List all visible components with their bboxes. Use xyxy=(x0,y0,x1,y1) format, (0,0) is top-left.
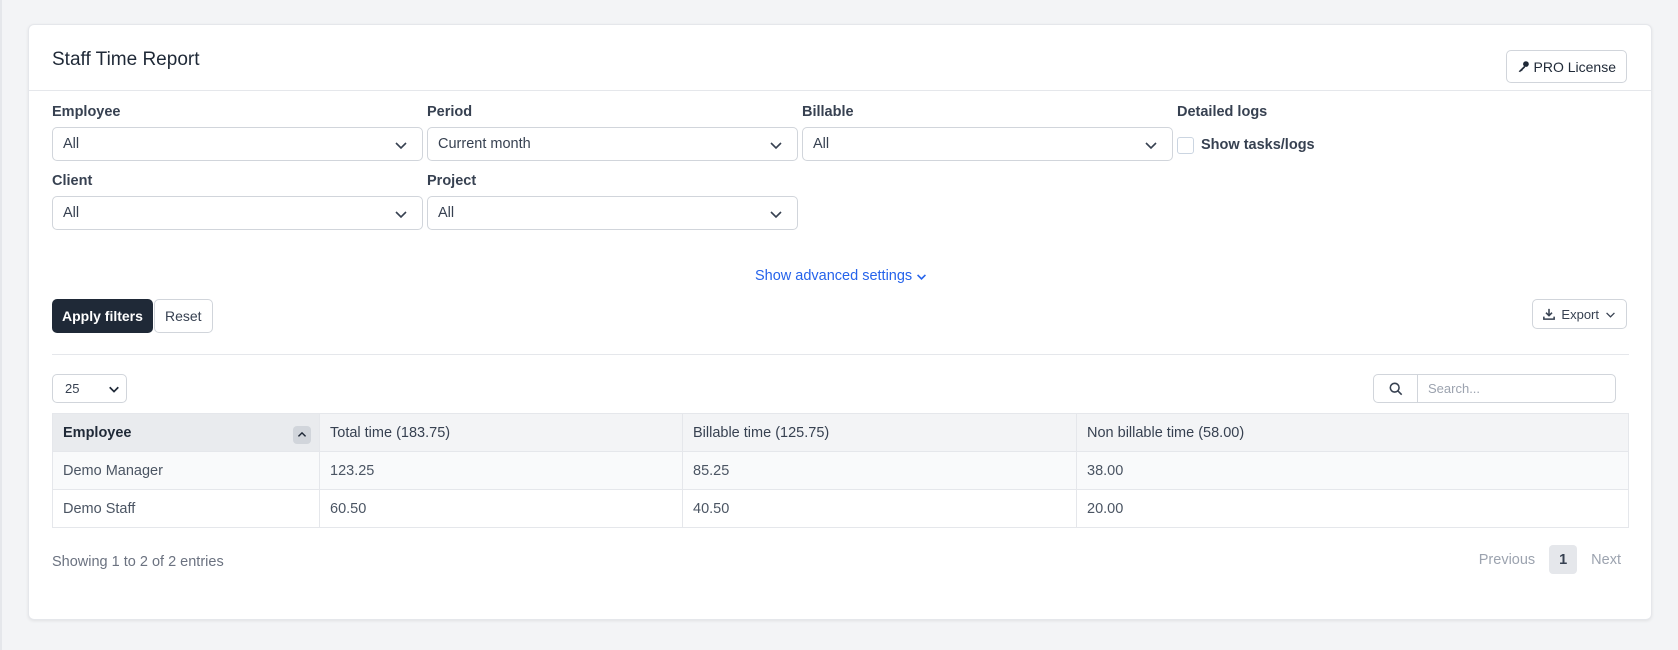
billable-label: Billable xyxy=(802,104,854,120)
pro-license-label: PRO License xyxy=(1533,58,1616,75)
show-tasks-label[interactable]: Show tasks/logs xyxy=(1201,137,1315,153)
chevron-down-icon xyxy=(770,211,782,219)
chevron-down-icon xyxy=(109,386,119,393)
search-button[interactable] xyxy=(1374,375,1418,402)
client-select-value: All xyxy=(63,205,80,221)
card-header: Staff Time Report PRO License xyxy=(29,25,1651,91)
chevron-down-icon xyxy=(395,211,407,219)
cell-employee: Demo Staff xyxy=(52,489,320,528)
client-select[interactable]: All xyxy=(52,196,423,230)
advanced-link-label: Show advanced settings xyxy=(755,268,913,284)
billable-select[interactable]: All xyxy=(802,127,1173,161)
cell-total-time: 123.25 xyxy=(319,451,683,490)
cell-billable-time: 40.50 xyxy=(682,489,1077,528)
table-row: Demo Staff 60.50 40.50 20.00 xyxy=(52,489,1629,528)
page-title: Staff Time Report xyxy=(52,49,200,70)
chevron-down-icon xyxy=(770,142,782,150)
page-length-value: 25 xyxy=(65,381,80,396)
column-header-label: Employee xyxy=(63,424,132,441)
export-label: Export xyxy=(1561,306,1599,322)
column-header-total-time[interactable]: Total time (183.75) xyxy=(319,413,683,452)
key-icon xyxy=(1518,61,1529,73)
download-icon xyxy=(1543,308,1556,320)
export-button[interactable]: Export xyxy=(1532,299,1627,329)
cell-billable-time: 85.25 xyxy=(682,451,1077,490)
pagination: Previous 1 Next xyxy=(1479,545,1621,574)
employee-select[interactable]: All xyxy=(52,127,423,161)
staff-time-table: Employee Total time (183.75) Billable ti… xyxy=(52,413,1629,528)
project-select[interactable]: All xyxy=(427,196,798,230)
employee-select-value: All xyxy=(63,136,80,152)
detailed-logs-label: Detailed logs xyxy=(1177,104,1268,120)
page-edge xyxy=(0,0,2,650)
show-tasks-checkbox[interactable] xyxy=(1177,137,1194,154)
chevron-down-icon xyxy=(1606,311,1615,318)
show-advanced-settings-link[interactable]: Show advanced settings xyxy=(755,268,927,284)
page-length-select[interactable]: 25 xyxy=(52,374,127,403)
period-select-value: Current month xyxy=(438,136,531,152)
divider xyxy=(52,354,1629,355)
table-info: Showing 1 to 2 of 2 entries xyxy=(52,554,224,570)
next-button[interactable]: Next xyxy=(1591,552,1621,568)
chevron-down-icon xyxy=(917,273,927,280)
pro-license-button[interactable]: PRO License xyxy=(1505,50,1627,83)
table-header-row: Employee Total time (183.75) Billable ti… xyxy=(52,413,1629,452)
search-icon xyxy=(1389,382,1402,395)
previous-button[interactable]: Previous xyxy=(1479,552,1535,568)
page-1-button[interactable]: 1 xyxy=(1549,545,1578,574)
apply-filters-button[interactable]: Apply filters xyxy=(52,299,153,333)
reset-button[interactable]: Reset xyxy=(154,299,213,333)
period-select[interactable]: Current month xyxy=(427,127,798,161)
chevron-down-icon xyxy=(395,142,407,150)
sort-asc-icon xyxy=(293,426,311,444)
project-label: Project xyxy=(427,173,477,189)
chevron-down-icon xyxy=(1145,142,1157,150)
cell-employee: Demo Manager xyxy=(52,451,320,490)
billable-select-value: All xyxy=(813,136,830,152)
column-header-non-billable-time[interactable]: Non billable time (58.00) xyxy=(1076,413,1629,452)
column-header-billable-time[interactable]: Billable time (125.75) xyxy=(682,413,1077,452)
column-header-employee[interactable]: Employee xyxy=(52,413,320,452)
cell-non-billable-time: 20.00 xyxy=(1076,489,1629,528)
client-label: Client xyxy=(52,173,93,189)
period-label: Period xyxy=(427,104,473,120)
search-box xyxy=(1373,374,1616,403)
search-input[interactable] xyxy=(1418,375,1615,402)
cell-total-time: 60.50 xyxy=(319,489,683,528)
cell-non-billable-time: 38.00 xyxy=(1076,451,1629,490)
employee-label: Employee xyxy=(52,104,121,120)
table-row: Demo Manager 123.25 85.25 38.00 xyxy=(52,451,1629,490)
report-card: Staff Time Report PRO License Employee A… xyxy=(28,24,1652,620)
project-select-value: All xyxy=(438,205,455,221)
